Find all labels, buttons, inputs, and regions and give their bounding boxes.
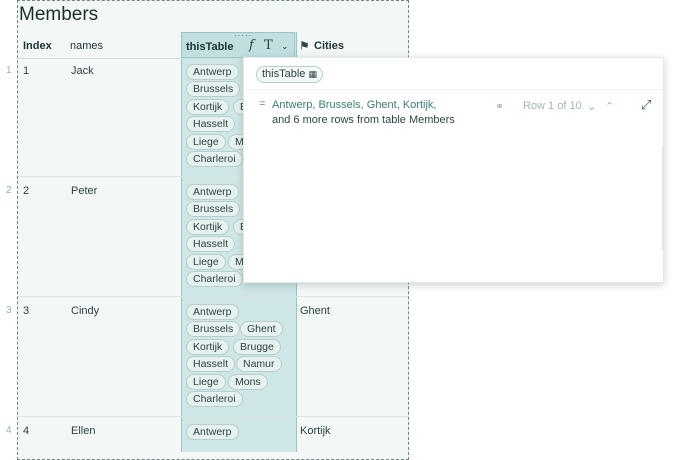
function-icon[interactable]: f: [249, 38, 254, 53]
reference-chip: Antwerp: [186, 64, 239, 80]
equals-icon: =: [259, 98, 266, 110]
reference-chip: Charleroi: [186, 151, 243, 167]
row-number: 4: [6, 425, 12, 436]
cell-index[interactable]: 4: [23, 425, 29, 437]
reference-chip: Liege: [186, 134, 226, 150]
reference-chip: Antwerp: [186, 304, 239, 320]
row-number: 2: [6, 185, 12, 196]
row-divider: [18, 416, 408, 417]
column-tag-label: thisTable: [262, 68, 306, 80]
reference-chip: Hasselt: [186, 116, 236, 132]
table-title: Members: [19, 4, 99, 25]
cell-index[interactable]: 2: [23, 185, 29, 197]
chevron-up-icon[interactable]: ⌃: [605, 100, 614, 113]
expand-icon[interactable]: ⤢: [641, 97, 651, 113]
reference-chip: Hasselt: [186, 356, 236, 372]
reference-chip: Namur: [236, 356, 282, 372]
cell-index[interactable]: 3: [23, 305, 29, 317]
reference-chip: Kortijk: [186, 339, 230, 355]
reference-chip: Kortijk: [186, 99, 230, 115]
reference-chip: Brugge: [233, 339, 281, 355]
cell-index[interactable]: 1: [23, 65, 29, 77]
reference-summary: Antwerp, Brussels, Ghent, Kortijk, and 6…: [272, 98, 455, 128]
reference-chip: Liege: [186, 254, 226, 270]
chevron-down-icon[interactable]: ⌄: [587, 100, 596, 113]
reference-chip: Charleroi: [186, 391, 243, 407]
reference-chip: Brussels: [186, 321, 241, 337]
reference-preview-popup: thisTable ▦ = Antwerp, Brussels, Ghent, …: [243, 57, 664, 283]
column-header-names[interactable]: names: [70, 40, 103, 52]
row-number: 3: [6, 305, 12, 316]
reference-chip: Antwerp: [186, 424, 239, 440]
cell-name[interactable]: Jack: [71, 65, 94, 77]
reference-chip: Ghent: [240, 321, 283, 337]
popup-scrollbar[interactable]: [662, 146, 664, 250]
cell-name[interactable]: Peter: [71, 185, 97, 197]
reference-chip: Liege: [186, 374, 226, 390]
reference-chip: Brussels: [186, 201, 241, 217]
cell-city[interactable]: Kortijk: [300, 425, 331, 437]
column-header-thistable-label: thisTable: [186, 41, 234, 53]
reference-summary-line2: and 6 more rows from table Members: [272, 114, 455, 126]
reference-chip: Charleroi: [186, 271, 243, 287]
link-icon[interactable]: ⚭: [495, 100, 504, 113]
column-header-thistable[interactable]: ····· thisTable f T ⌄: [181, 31, 295, 58]
bookmark-icon: ⚑: [299, 39, 310, 53]
column-tag: thisTable ▦: [256, 66, 323, 83]
reference-summary-line1: Antwerp, Brussels, Ghent, Kortijk,: [272, 99, 437, 111]
chevron-down-icon[interactable]: ⌄: [281, 41, 289, 52]
reference-chip: Mons: [228, 374, 268, 390]
column-header-index[interactable]: Index: [23, 40, 52, 52]
reference-chip: Kortijk: [186, 219, 230, 235]
column-header-cities[interactable]: Cities: [314, 40, 344, 52]
cell-city[interactable]: Ghent: [300, 305, 330, 317]
cell-name[interactable]: Ellen: [71, 425, 95, 437]
reference-chip: Hasselt: [186, 236, 236, 252]
row-divider: [18, 296, 408, 297]
popup-divider: [244, 89, 663, 90]
reference-chip: Antwerp: [186, 184, 239, 200]
text-type-icon[interactable]: T: [264, 38, 273, 53]
cell-name[interactable]: Cindy: [71, 305, 99, 317]
row-number: 1: [6, 65, 12, 76]
row-indicator: Row 1 of 10: [523, 100, 582, 112]
table-grid-icon: ▦: [308, 69, 317, 79]
reference-chip: Brussels: [186, 81, 241, 97]
